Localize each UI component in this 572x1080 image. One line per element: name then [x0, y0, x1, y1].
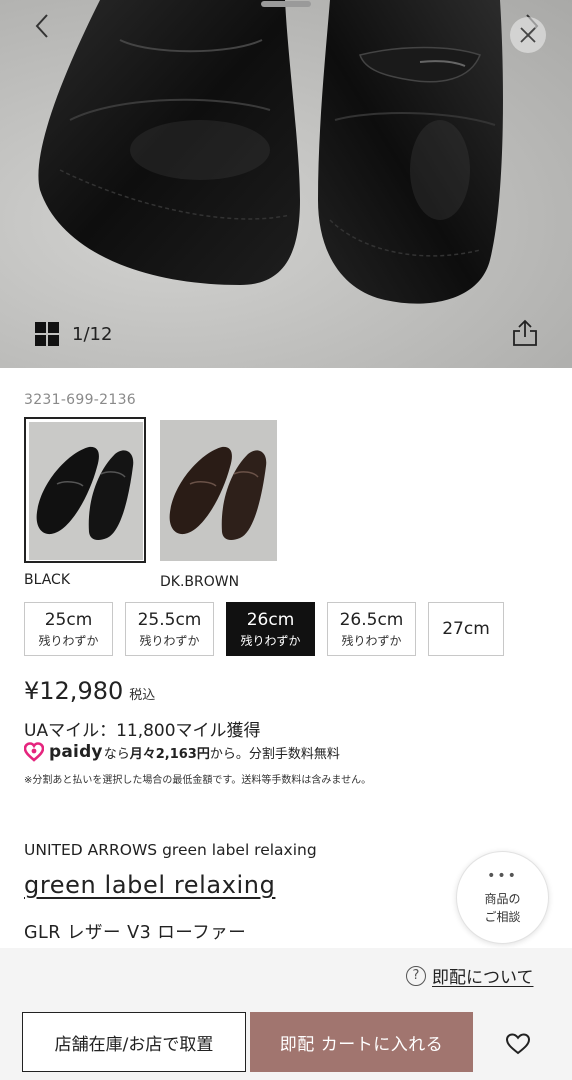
- size-option-26-5cm[interactable]: 26.5cm 残りわずか: [327, 602, 416, 656]
- product-code: 3231-699-2136: [24, 392, 136, 408]
- paidy-logo-icon: [24, 742, 44, 762]
- installment-note: ※分割あと払いを選択した場合の最低金額です。送料等手数料は含みません。: [24, 775, 372, 786]
- size-label: 26.5cm: [339, 610, 404, 630]
- color-selector: BLACK DK.BROWN: [24, 417, 282, 590]
- image-counter-text: 1/12: [72, 323, 113, 345]
- size-option-26cm[interactable]: 26cm 残りわずか: [226, 602, 315, 656]
- paidy-nara: なら: [103, 746, 130, 762]
- add-to-cart-button[interactable]: 即配 カートに入れる: [250, 1012, 473, 1072]
- paidy-installment: paidy なら 月々2,163円 から。分割手数料無料: [24, 742, 340, 762]
- color-option-dk-brown[interactable]: DK.BROWN: [160, 420, 282, 590]
- size-option-25cm[interactable]: 25cm 残りわずか: [24, 602, 113, 656]
- price-amount: ¥12,980: [24, 677, 124, 705]
- price: ¥12,980 税込: [24, 677, 155, 705]
- size-label: 27cm: [442, 619, 490, 639]
- close-icon: [520, 27, 536, 43]
- stock-label: 残りわずか: [38, 634, 99, 648]
- size-option-27cm[interactable]: 27cm: [428, 602, 504, 656]
- image-counter[interactable]: 1/12: [34, 320, 112, 348]
- paidy-brand: paidy: [49, 742, 103, 762]
- favorite-button[interactable]: [500, 1026, 536, 1062]
- color-label-black: BLACK: [24, 572, 71, 588]
- color-option-black[interactable]: BLACK: [24, 417, 146, 590]
- close-button[interactable]: [510, 17, 546, 53]
- consult-label: 商品の ご相談: [484, 891, 521, 924]
- product-image-gallery[interactable]: 1/12: [0, 0, 572, 368]
- ua-miles: UAマイル：11,800マイル獲得: [24, 721, 261, 741]
- chevron-left-icon: [35, 14, 48, 38]
- store-stock-button[interactable]: 店舗在庫/お店で取置: [22, 1012, 246, 1072]
- paidy-monthly: 月々2,163円: [129, 746, 210, 762]
- brand-link[interactable]: green label relaxing: [24, 871, 275, 899]
- grid-icon: [35, 322, 59, 346]
- share-button[interactable]: [508, 316, 542, 350]
- soku-info-text: 即配について: [432, 968, 534, 988]
- tax-label: 税込: [129, 688, 156, 703]
- product-photo: [38, 0, 503, 304]
- product-name: GLR レザー V3 ローファー: [24, 923, 247, 943]
- color-thumbnail-dk-brown: [160, 420, 277, 561]
- color-label-dk-brown: DK.BROWN: [160, 574, 240, 590]
- size-label: 26cm: [246, 610, 295, 630]
- consult-button[interactable]: ••• 商品の ご相談: [456, 851, 549, 944]
- dots-icon: •••: [487, 867, 518, 884]
- stock-label: 残りわずか: [139, 634, 200, 648]
- size-label: 25.5cm: [137, 610, 202, 630]
- stock-label: 残りわずか: [341, 634, 402, 648]
- question-icon: ?: [406, 965, 426, 986]
- drag-handle[interactable]: [261, 1, 311, 7]
- stock-label: 残りわずか: [240, 634, 301, 648]
- previous-image-button[interactable]: [22, 6, 62, 46]
- brand-line: UNITED ARROWS green label relaxing: [24, 841, 317, 859]
- paidy-rest: から。分割手数料無料: [209, 746, 340, 762]
- size-selector: 25cm 残りわずか 25.5cm 残りわずか 26cm 残りわずか 26.5c…: [24, 602, 504, 656]
- heart-icon: [505, 1033, 531, 1055]
- share-icon: [513, 319, 537, 346]
- size-option-25-5cm[interactable]: 25.5cm 残りわずか: [125, 602, 214, 656]
- color-thumbnail-black: [24, 417, 146, 563]
- soku-info-link[interactable]: ? 即配について: [406, 963, 534, 988]
- size-label: 25cm: [44, 610, 93, 630]
